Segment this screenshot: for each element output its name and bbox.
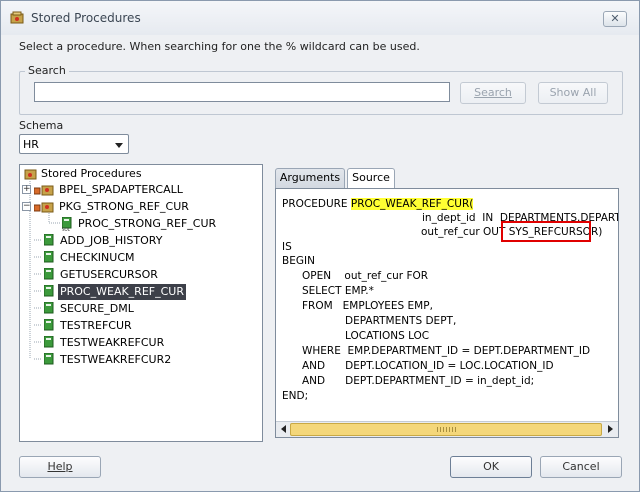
tab-arguments[interactable]: Arguments bbox=[275, 168, 345, 188]
help-button[interactable]: Help bbox=[19, 456, 101, 478]
horizontal-scrollbar[interactable] bbox=[276, 421, 618, 437]
procedure-icon bbox=[44, 268, 54, 280]
package-icon bbox=[34, 185, 54, 196]
scrollbar-thumb[interactable] bbox=[290, 423, 602, 436]
schema-value: HR bbox=[23, 138, 39, 151]
grip-icon bbox=[437, 427, 457, 432]
scroll-left-icon[interactable] bbox=[281, 425, 286, 433]
procedure-name-highlight: PROC_WEAK_REF_CUR( bbox=[350, 198, 474, 210]
source-line: WHERE EMP.DEPARTMENT_ID = DEPT.DEPARTMEN… bbox=[302, 345, 591, 357]
procedure-icon: SQL bbox=[62, 217, 72, 231]
source-line: AND DEPT.DEPARTMENT_ID = in_dept_id; bbox=[302, 375, 535, 387]
stored-procedures-folder-icon bbox=[24, 169, 37, 180]
procedure-icon bbox=[44, 336, 54, 348]
procedure-icon bbox=[44, 251, 54, 263]
source-line: IS bbox=[282, 241, 292, 253]
search-legend: Search bbox=[25, 64, 69, 77]
schema-label: Schema bbox=[19, 119, 64, 132]
source-line: OPEN out_ref_cur FOR bbox=[302, 270, 429, 282]
close-button[interactable]: ✕ bbox=[603, 11, 627, 27]
search-button[interactable]: Search bbox=[460, 82, 526, 104]
schema-select[interactable]: HR bbox=[19, 134, 129, 154]
stored-procedure-icon bbox=[10, 11, 24, 24]
source-line: PROCEDURE PROC_WEAK_REF_CUR( bbox=[282, 198, 474, 210]
procedure-icon bbox=[44, 319, 54, 331]
scroll-right-icon[interactable] bbox=[608, 425, 613, 433]
search-input[interactable] bbox=[34, 82, 450, 102]
chevron-down-icon bbox=[115, 143, 123, 148]
close-icon: ✕ bbox=[610, 12, 620, 25]
procedure-icon bbox=[44, 353, 54, 365]
source-line: AND DEPT.LOCATION_ID = LOC.LOCATION_ID bbox=[302, 360, 554, 372]
stored-procedures-dialog: Stored Procedures ✕ Select a procedure. … bbox=[0, 0, 640, 492]
dialog-title: Stored Procedures bbox=[31, 11, 141, 25]
source-line: BEGIN bbox=[282, 255, 315, 267]
procedure-icon bbox=[44, 285, 54, 297]
source-line: FROM EMPLOYEES EMP, bbox=[302, 300, 433, 312]
procedure-icon bbox=[44, 234, 54, 246]
tab-source[interactable]: Source bbox=[347, 168, 395, 189]
highlight-callout-box bbox=[501, 221, 591, 242]
source-line: LOCATIONS LOC bbox=[345, 330, 430, 342]
svg-text:SQL: SQL bbox=[62, 227, 71, 231]
instruction-text: Select a procedure. When searching for o… bbox=[19, 40, 420, 53]
ok-button[interactable]: OK bbox=[450, 456, 532, 478]
procedure-icon bbox=[44, 302, 54, 314]
expand-toggle[interactable]: + bbox=[22, 185, 31, 194]
source-line: SELECT EMP.* bbox=[302, 285, 374, 297]
source-line: DEPARTMENTS DEPT, bbox=[345, 315, 457, 327]
collapse-toggle[interactable]: − bbox=[22, 202, 31, 211]
show-all-button[interactable]: Show All bbox=[538, 82, 608, 104]
title-bar: Stored Procedures ✕ bbox=[1, 1, 639, 35]
source-line: END; bbox=[282, 390, 309, 402]
cancel-button[interactable]: Cancel bbox=[540, 456, 622, 478]
procedure-tree[interactable]: Stored Procedures + BPEL_SPADAPTERCALL −… bbox=[19, 164, 263, 442]
details-panel: Arguments Source PROCEDURE PROC_WEAK_REF… bbox=[271, 164, 623, 442]
package-icon bbox=[34, 202, 54, 213]
